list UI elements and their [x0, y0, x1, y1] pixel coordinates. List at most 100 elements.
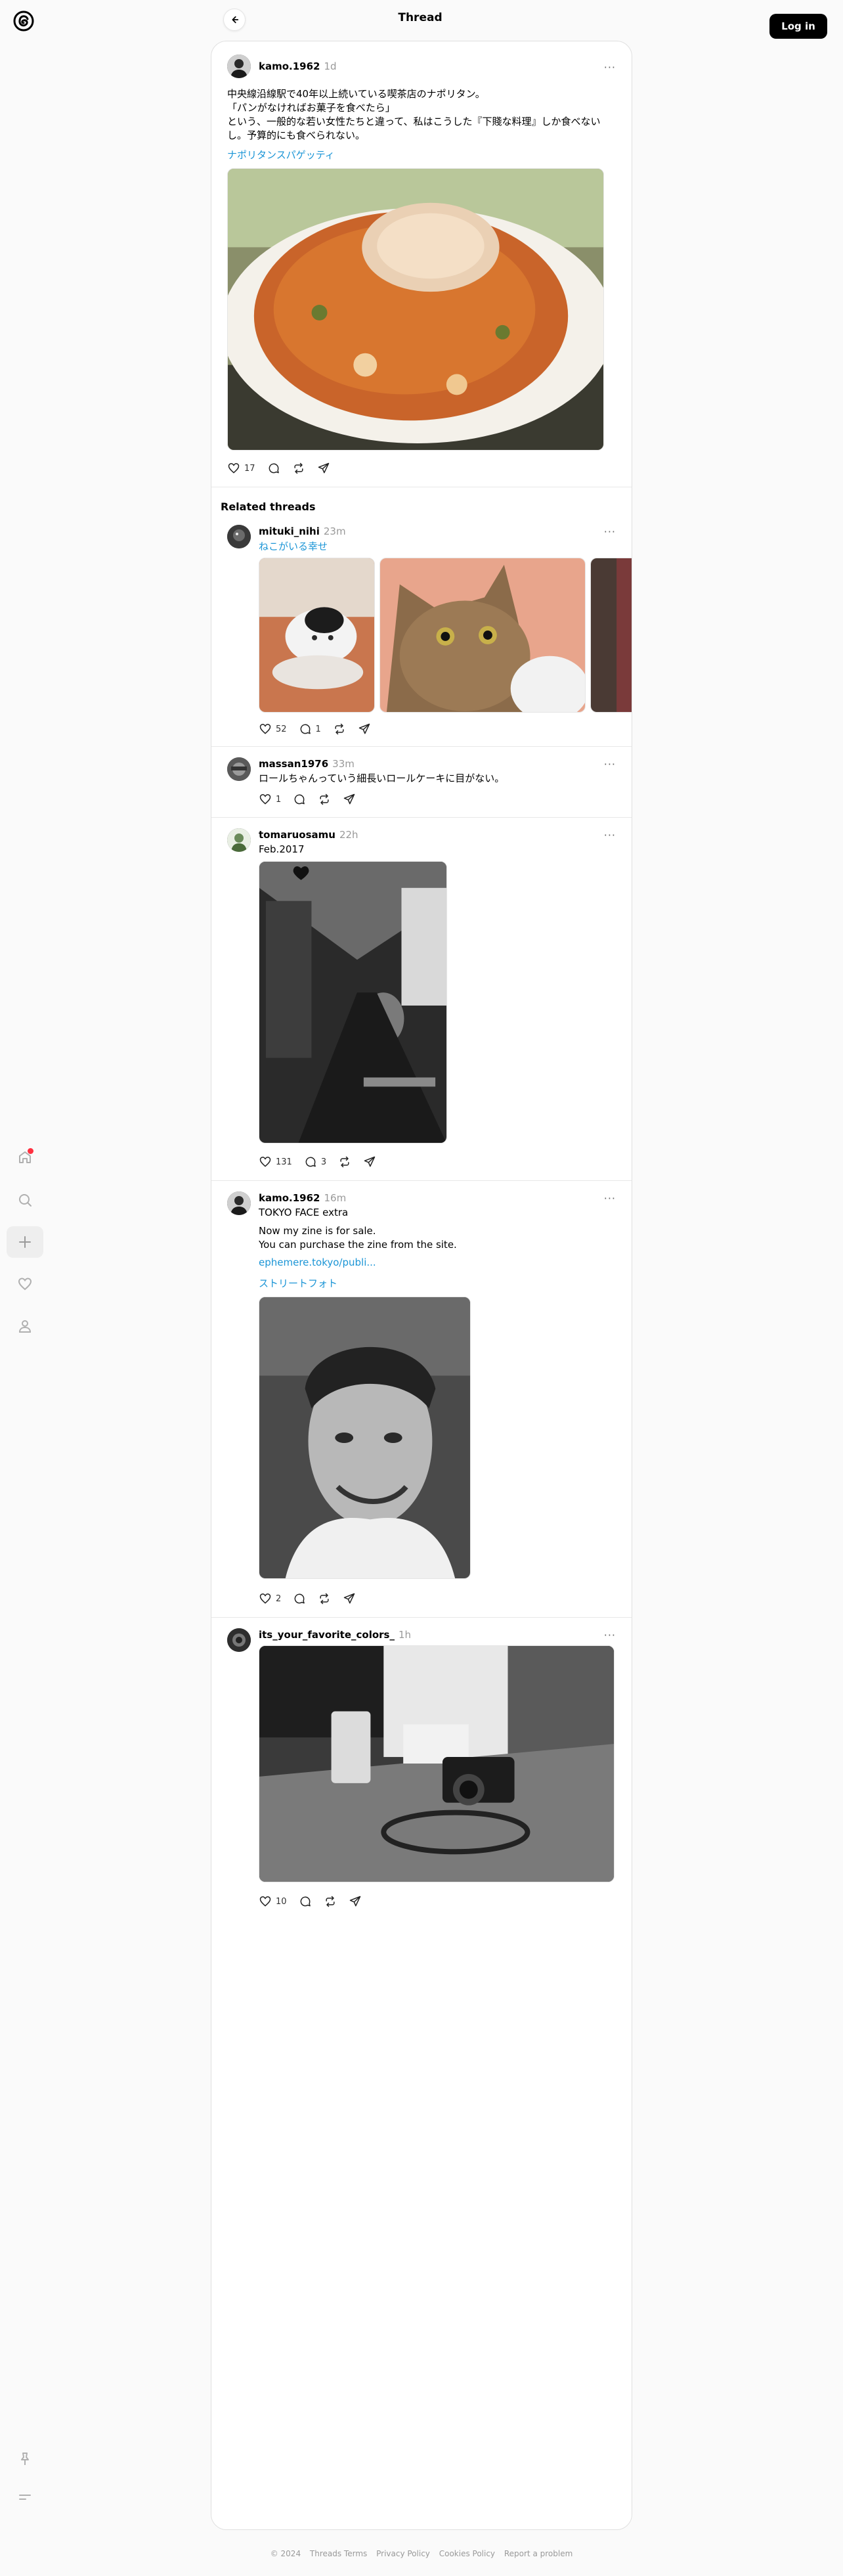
repost-icon	[335, 723, 344, 735]
topic-tag[interactable]: ストリートフォト	[259, 1276, 337, 1290]
more-options-icon[interactable]: ···	[604, 1629, 616, 1641]
more-options-icon[interactable]: ···	[604, 525, 616, 538]
train-photo[interactable]	[259, 861, 447, 1144]
related-threads-heading: Related threads	[221, 500, 316, 513]
topic-tag[interactable]: ナポリタンスパゲッティ	[227, 148, 335, 162]
related-post: tomaruosamu 22h ··· Feb.2017 131 3	[211, 817, 632, 1180]
post-line: という、一般的な若い女性たちと違って、私はこうした『下賤な料理』しか食べない	[227, 116, 601, 127]
repost-button[interactable]	[292, 462, 305, 475]
reply-button[interactable]	[267, 462, 280, 475]
footer-link-cookies[interactable]: Cookies Policy	[439, 2549, 495, 2558]
like-button[interactable]: 1	[259, 793, 281, 806]
send-icon	[349, 1896, 360, 1907]
menu-button[interactable]	[7, 2481, 43, 2513]
send-icon	[358, 723, 370, 734]
timestamp[interactable]: 1d	[324, 60, 336, 72]
footer-link-report[interactable]: Report a problem	[504, 2549, 573, 2558]
footer-link-privacy[interactable]: Privacy Policy	[376, 2549, 430, 2558]
like-count: 2	[276, 1593, 282, 1604]
more-options-icon[interactable]: ···	[604, 829, 616, 841]
avatar[interactable]	[227, 757, 251, 781]
nav-activity-button[interactable]	[7, 1268, 43, 1300]
timestamp[interactable]: 22h	[339, 829, 358, 841]
share-button[interactable]	[343, 1592, 356, 1605]
arrow-left-icon	[232, 16, 239, 24]
avatar[interactable]	[227, 55, 251, 78]
like-button[interactable]: 131	[259, 1155, 292, 1168]
more-options-icon[interactable]: ···	[604, 61, 616, 74]
portrait-photo[interactable]	[259, 1297, 471, 1579]
reply-button[interactable]	[293, 793, 306, 806]
avatar[interactable]	[227, 1191, 251, 1215]
repost-button[interactable]	[318, 1592, 331, 1605]
like-count: 52	[276, 724, 287, 734]
username[interactable]: kamo.1962	[259, 60, 320, 72]
like-button[interactable]: 2	[259, 1592, 281, 1605]
comment-icon	[294, 794, 305, 805]
more-options-icon[interactable]: ···	[604, 758, 616, 770]
repost-button[interactable]	[324, 1895, 337, 1908]
search-icon	[19, 1194, 32, 1207]
cat-photo[interactable]	[590, 558, 632, 713]
share-button[interactable]	[363, 1155, 376, 1168]
cat-photo[interactable]	[379, 558, 586, 713]
nav-home-button[interactable]	[7, 1142, 43, 1173]
post-line: You can purchase the zine from the site.	[259, 1239, 457, 1251]
footer-link-terms[interactable]: Threads Terms	[310, 2549, 367, 2558]
thread-column: kamo.1962 1d ··· 中央線沿線駅で40年以上続いている喫茶店のナポリ…	[211, 41, 632, 2530]
repost-button[interactable]	[338, 1155, 351, 1168]
reply-button[interactable]	[299, 1895, 312, 1908]
reply-button[interactable]	[293, 1592, 306, 1605]
timestamp[interactable]: 23m	[324, 525, 346, 537]
reply-count: 1	[315, 724, 321, 734]
share-button[interactable]	[358, 722, 371, 736]
repost-button[interactable]	[333, 722, 346, 736]
reply-button[interactable]: 1	[299, 722, 321, 736]
camera-cafe-photo[interactable]	[259, 1645, 615, 1882]
username[interactable]: tomaruosamu	[259, 829, 335, 841]
nav-profile-button[interactable]	[7, 1310, 43, 1342]
related-post: massan1976 33m ··· ロールちゃんっていう細長いロールケーキに目が…	[211, 746, 632, 817]
timestamp[interactable]: 1h	[399, 1629, 411, 1641]
like-count: 17	[244, 463, 255, 474]
heart-icon	[259, 1896, 271, 1907]
avatar[interactable]	[227, 1628, 251, 1652]
username[interactable]: massan1976	[259, 758, 328, 770]
pin-button[interactable]	[7, 2443, 43, 2475]
share-button[interactable]	[349, 1895, 362, 1908]
username[interactable]: kamo.1962	[259, 1192, 320, 1204]
copyright: © 2024	[270, 2549, 301, 2558]
share-button[interactable]	[343, 793, 356, 806]
login-button[interactable]: Log in	[769, 14, 827, 39]
more-options-icon[interactable]: ···	[604, 1192, 616, 1205]
like-button[interactable]: 52	[259, 722, 287, 736]
like-button[interactable]: 17	[227, 462, 255, 475]
send-icon	[344, 1593, 355, 1604]
avatar[interactable]	[227, 525, 251, 548]
post-actions: 10	[259, 1895, 362, 1908]
topic-tag[interactable]: ねこがいる幸せ	[259, 539, 328, 553]
nav-create-button[interactable]	[7, 1226, 43, 1258]
cat-photo[interactable]	[259, 558, 375, 713]
username[interactable]: mituki_nihi	[259, 525, 320, 537]
reply-button[interactable]: 3	[304, 1155, 326, 1168]
comment-icon	[269, 463, 279, 474]
like-count: 10	[276, 1896, 287, 1907]
external-link[interactable]: ephemere.tokyo/publi...	[259, 1256, 376, 1268]
related-post: mituki_nihi 23m ··· ねこがいる幸せ 52 1	[211, 520, 632, 746]
menu-icon	[19, 2495, 31, 2500]
post-header: kamo.1962 16m	[259, 1191, 346, 1204]
avatar[interactable]	[227, 828, 251, 852]
timestamp[interactable]: 33m	[332, 758, 355, 770]
napolitan-photo[interactable]	[227, 168, 604, 451]
page-title: Thread	[398, 11, 443, 24]
repost-button[interactable]	[318, 793, 331, 806]
username[interactable]: its_your_favorite_colors_	[259, 1629, 395, 1641]
post-header: its_your_favorite_colors_ 1h	[259, 1628, 411, 1641]
like-button[interactable]: 10	[259, 1895, 287, 1908]
back-button[interactable]	[223, 9, 246, 31]
timestamp[interactable]: 16m	[324, 1192, 346, 1204]
share-button[interactable]	[317, 462, 330, 475]
nav-search-button[interactable]	[7, 1184, 43, 1216]
reply-count: 3	[320, 1157, 327, 1167]
